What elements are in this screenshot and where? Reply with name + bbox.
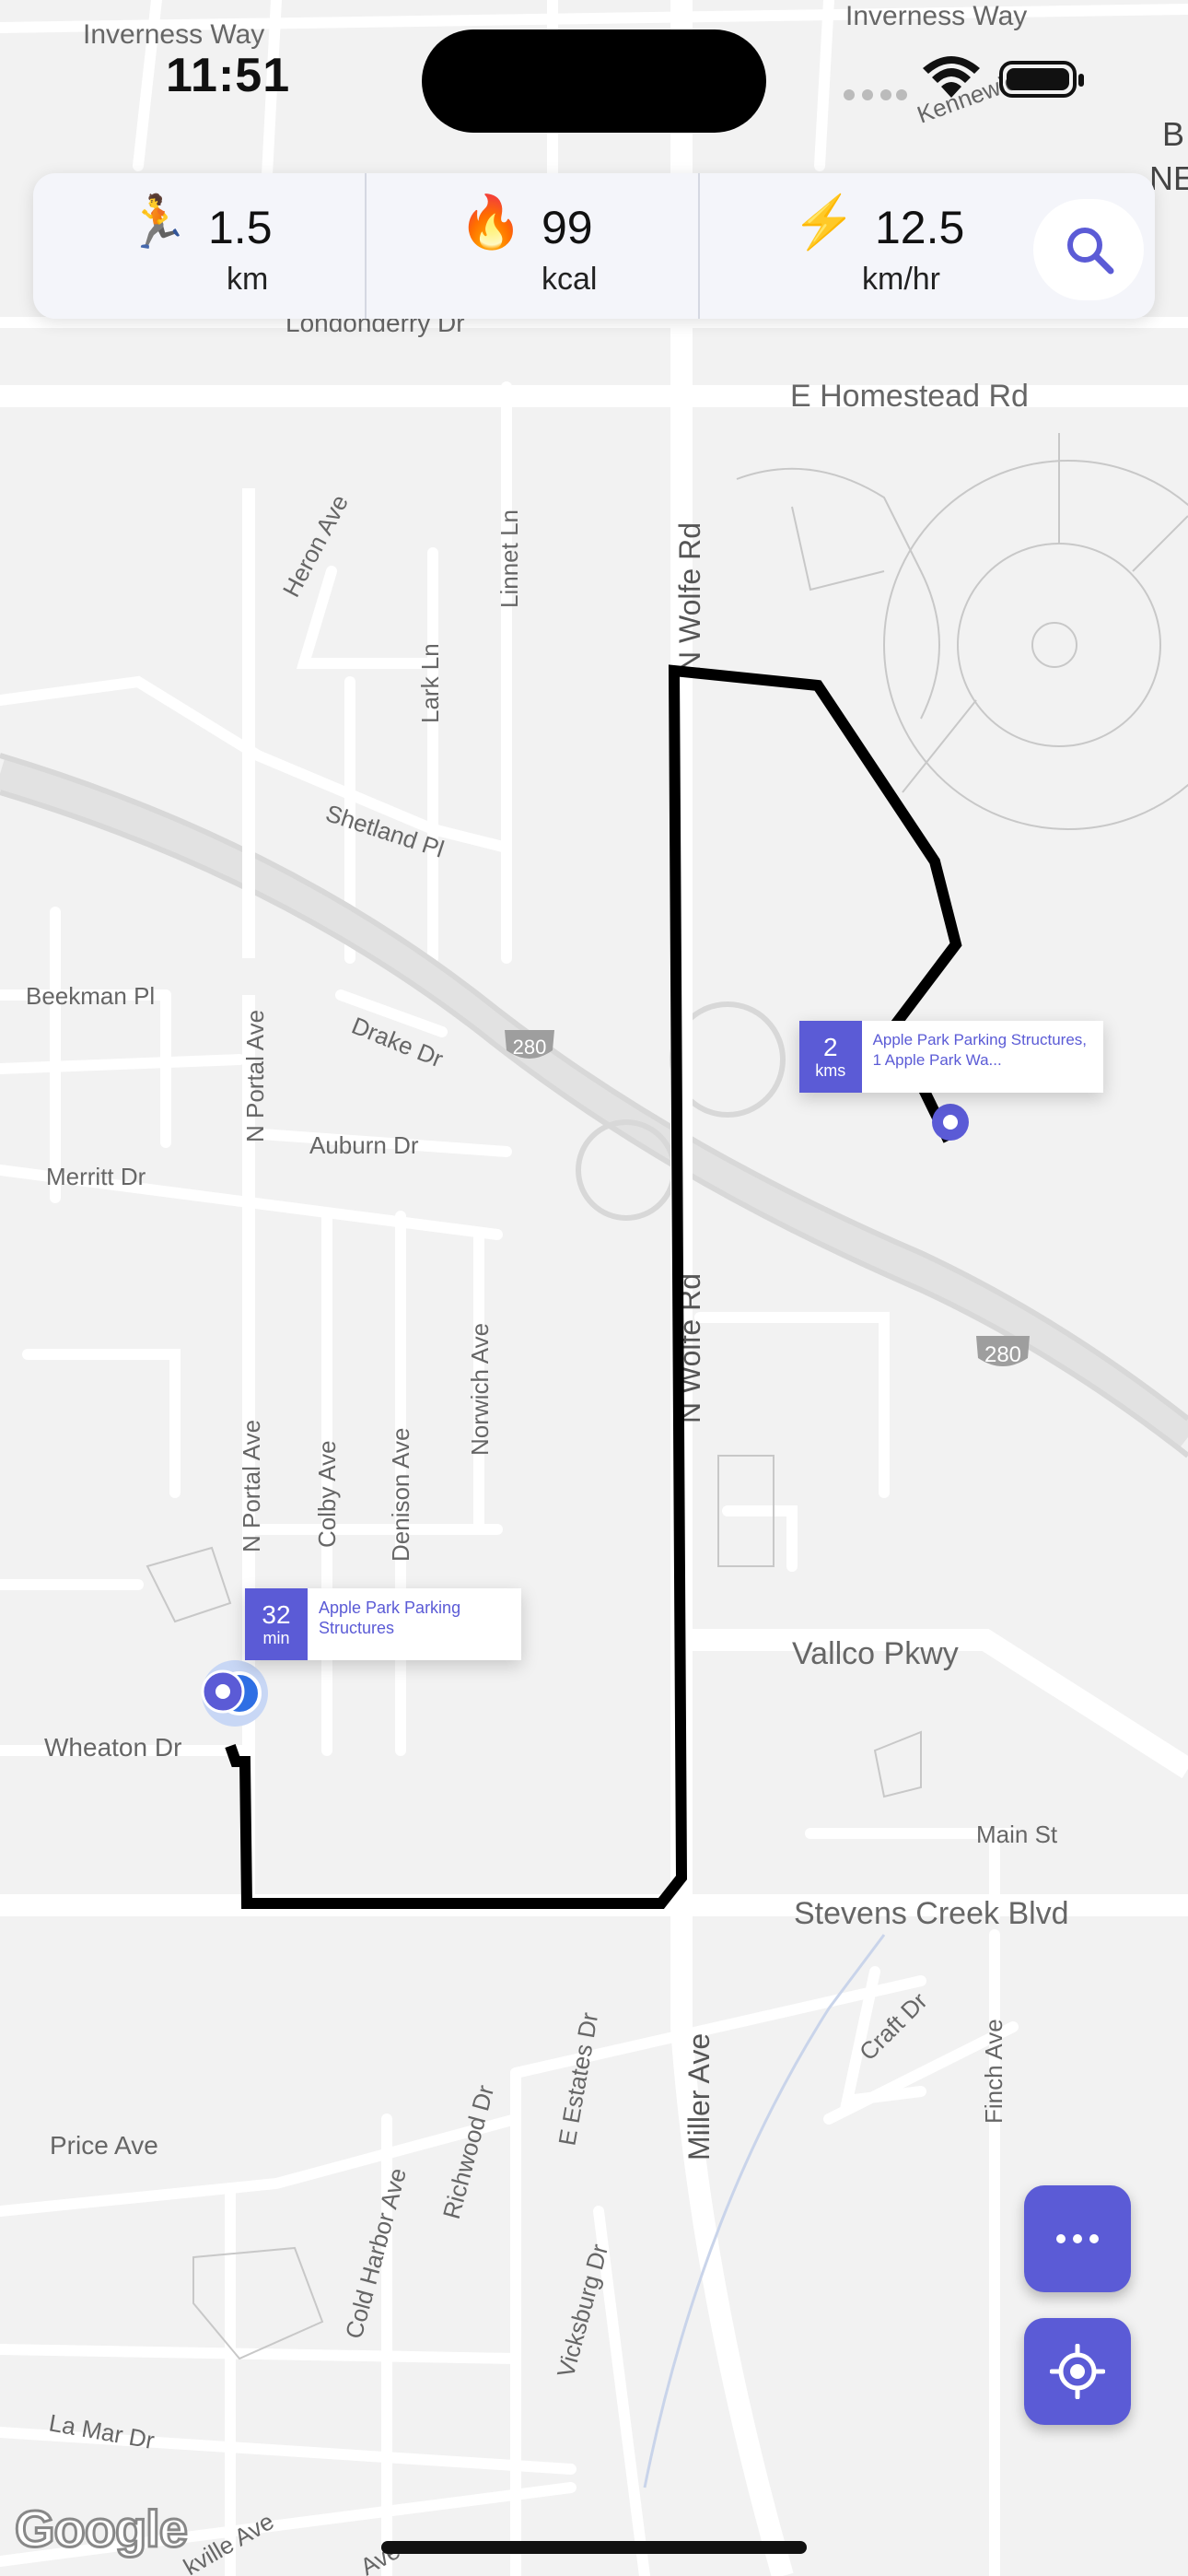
wifi-icon: [923, 56, 980, 98]
fire-icon: 🔥: [459, 193, 523, 251]
more-icon: [1056, 2234, 1099, 2243]
street-label: Vallco Pkwy: [792, 1636, 959, 1671]
workout-stats-bar: 🏃 1.5 km 🔥 99 kcal ⚡ 12.5 km/hr: [33, 173, 1155, 319]
street-label: Price Ave: [50, 2131, 158, 2160]
distance-value: 1.5: [208, 202, 273, 253]
street-label: Stevens Creek Blvd: [794, 1896, 1069, 1931]
battery-icon: [999, 61, 1084, 98]
start-location-label: Apple Park Parking Structures: [319, 1598, 461, 1637]
search-icon: [1067, 228, 1114, 275]
distance-value: 2: [822, 1033, 838, 1061]
street-label: Linnet Ln: [495, 509, 523, 608]
svg-text:280: 280: [984, 1342, 1021, 1367]
duration-value: 32: [262, 1600, 291, 1629]
lightning-icon: ⚡: [792, 193, 856, 251]
end-marker-card[interactable]: 2 kms Apple Park Parking Structures, 1 A…: [799, 1021, 1103, 1093]
speed-value: 12.5: [875, 202, 965, 253]
search-button[interactable]: [1033, 199, 1144, 300]
street-label: Beekman Pl: [26, 982, 155, 1010]
start-location-marker[interactable]: [201, 1660, 268, 1727]
home-indicator: [381, 2541, 807, 2554]
calories-unit: kcal: [542, 262, 598, 297]
street-label: N Wolfe Rd: [673, 522, 706, 673]
status-time: 11:51: [166, 49, 291, 102]
street-label: Wheaton Dr: [44, 1733, 181, 1762]
end-location-label: Apple Park Parking Structures, 1 Apple P…: [872, 1031, 1088, 1069]
street-label: Denison Ave: [387, 1427, 414, 1562]
distance-stat: 🏃 1.5 km: [33, 173, 367, 319]
svg-text:280: 280: [513, 1036, 547, 1059]
duration-unit: min: [262, 1629, 290, 1647]
street-label: Norwich Ave: [466, 1323, 494, 1456]
locate-crosshair-icon: [1050, 2344, 1105, 2399]
street-label: Lark Ln: [416, 643, 444, 723]
street-label: N Portal Ave: [241, 1010, 269, 1142]
speed-stat: ⚡ 12.5 km/hr: [700, 173, 1033, 319]
street-label: Colby Ave: [313, 1440, 341, 1548]
status-bar: 11:51: [0, 0, 1188, 138]
cellular-signal-icon: [844, 89, 907, 100]
street-label: Miller Ave: [682, 2033, 716, 2160]
street-label: Finch Ave: [980, 2019, 1007, 2124]
street-label: Auburn Dr: [309, 1131, 419, 1159]
duration-badge: 32 min: [245, 1588, 308, 1660]
dynamic-island: [422, 29, 766, 133]
street-label: E Homestead Rd: [790, 379, 1029, 414]
start-marker-card[interactable]: 32 min Apple Park Parking Structures: [245, 1588, 521, 1660]
distance-unit: kms: [815, 1061, 846, 1080]
calories-stat: 🔥 99 kcal: [367, 173, 700, 319]
street-label: Main St: [976, 1821, 1058, 1848]
street-label: Merritt Dr: [46, 1163, 146, 1190]
distance-unit: km: [227, 262, 269, 297]
recenter-location-button[interactable]: [1024, 2318, 1131, 2425]
street-label: NE: [1149, 159, 1188, 197]
speed-unit: km/hr: [862, 262, 940, 297]
more-options-button[interactable]: [1024, 2185, 1131, 2292]
calories-value: 99: [542, 202, 593, 253]
map-view[interactable]: Inverness Way Inverness Way Londonderry …: [0, 0, 1188, 2576]
end-location-marker[interactable]: [932, 1104, 969, 1141]
street-label: N Portal Ave: [238, 1420, 265, 1552]
google-attribution-logo: Google: [14, 2499, 190, 2559]
runner-icon: 🏃: [125, 193, 190, 251]
distance-badge: 2 kms: [799, 1021, 862, 1093]
